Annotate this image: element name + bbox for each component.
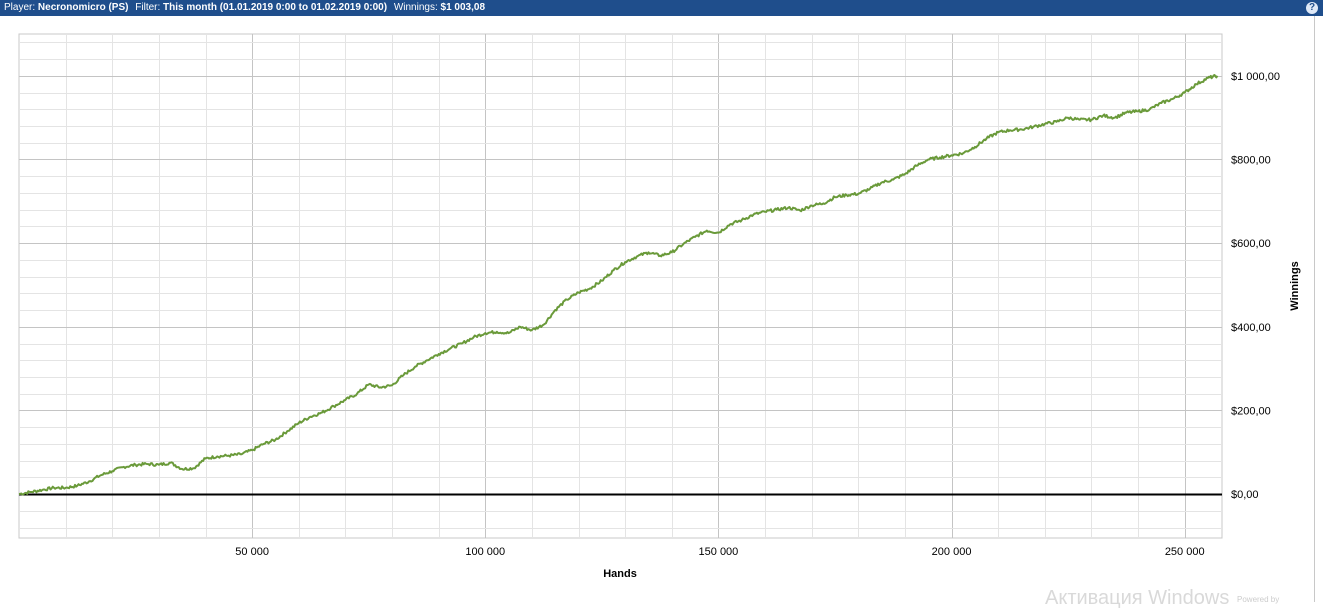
x-axis-title: Hands [603, 568, 637, 580]
winnings-value: $1 003,08 [440, 2, 486, 13]
chart-panel: 50 000 100 000 150 000 200 000 250 000 $0,00… [0, 16, 1315, 602]
x-tick-label: 200 000 [932, 546, 972, 558]
y-tick-label: $800,00 [1231, 154, 1271, 166]
x-tick-label: 50 000 [235, 546, 269, 558]
filter-label: Filter: [135, 2, 161, 13]
y-tick-label: $200,00 [1231, 405, 1271, 417]
activation-watermark: Активация Windows [1045, 587, 1230, 609]
y-tick-label: $1 000,00 [1231, 71, 1280, 83]
y-axis-title: Winnings [1289, 261, 1301, 310]
winnings-label: Winnings: [393, 2, 438, 13]
y-tick-label: $0,00 [1231, 489, 1259, 501]
x-tick-label: 150 000 [699, 546, 739, 558]
player-value: Necronomicro (PS) [37, 2, 129, 13]
help-icon[interactable]: ? [1306, 2, 1318, 14]
chart-header-bar: Player: Necronomicro (PS) Filter: This m… [0, 0, 1323, 16]
filter-value: This month (01.01.2019 0:00 to 01.02.201… [163, 2, 388, 13]
x-axis-ticks: 50 000 100 000 150 000 200 000 250 000 [235, 546, 1204, 558]
activation-watermark-sub: Powered by [1237, 595, 1280, 604]
y-tick-label: $400,00 [1231, 322, 1271, 334]
x-tick-label: 250 000 [1165, 546, 1205, 558]
player-label: Player: [4, 2, 36, 13]
winnings-graph: 50 000 100 000 150 000 200 000 250 000 $0,00… [18, 33, 1301, 580]
y-tick-label: $600,00 [1231, 238, 1271, 250]
y-axis-ticks: $0,00 $200,00 $400,00 $600,00 $800,00 $1 000,… [1231, 71, 1280, 501]
x-tick-label: 100 000 [465, 546, 505, 558]
